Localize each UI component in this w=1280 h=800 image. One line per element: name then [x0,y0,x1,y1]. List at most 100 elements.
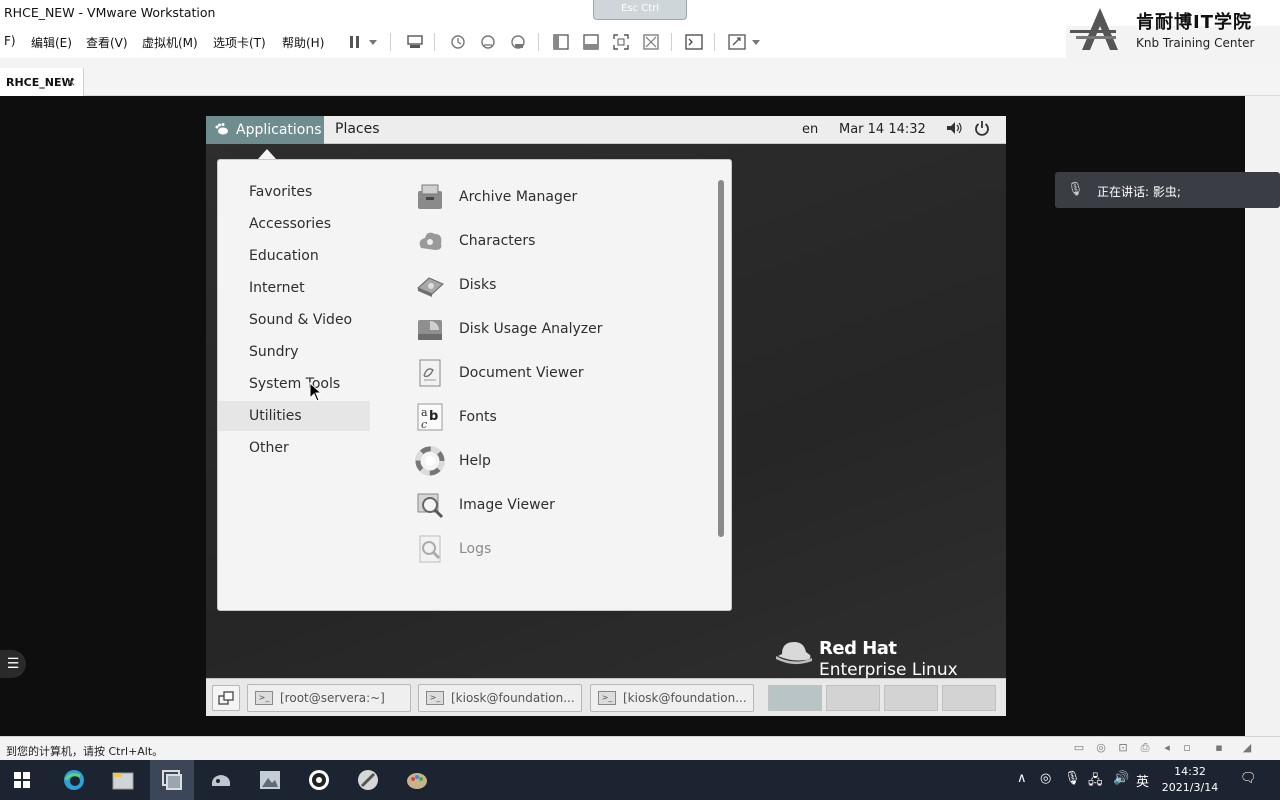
fullscreen-icon[interactable] [609,32,633,52]
app-label: Archive Manager [459,189,578,205]
app-archive-manager[interactable]: Archive Manager [413,177,713,217]
edge-browser-icon[interactable] [52,760,96,800]
places-menu-button[interactable]: Places [335,121,380,137]
obs-recorder-icon[interactable] [297,760,341,800]
menu-tabs[interactable]: 选项卡(T) [213,34,266,51]
menubar: F) 编辑(E) 查看(V) 虚拟机(M) 选项卡(T) 帮助(H) [0,26,1066,58]
app-characters[interactable]: Characters [413,221,713,261]
workspace-3[interactable] [884,685,938,711]
category-sound-video[interactable]: Sound & Video [218,305,370,335]
snapshot-icon[interactable] [446,32,470,52]
close-icon[interactable]: × [66,75,76,89]
characters-icon [413,224,447,258]
input-method-indicator[interactable]: 英 [1136,771,1149,790]
unity-icon[interactable] [639,32,663,52]
power-icon[interactable] [974,119,990,141]
category-system-tools[interactable]: System Tools [218,369,370,399]
sidebar-icon[interactable] [549,32,573,52]
menu-edit[interactable]: 编辑(E) [31,34,72,51]
menu-help[interactable]: 帮助(H) [282,34,324,51]
speaking-text: 正在讲话: 影虫; [1097,185,1181,199]
cd-rom-icon[interactable]: ◎ [1094,742,1108,754]
menu-file[interactable]: F) [4,34,16,48]
window-button-root-servera[interactable]: >_ [root@servera:~] [247,684,411,712]
show-hidden-icons-icon[interactable]: ∧ [1017,771,1027,786]
toolbar-separator [390,33,391,51]
image-viewer-icon [413,488,447,522]
guest-desktop[interactable]: Applications Places en Mar 14 14:32 Favo… [206,116,1006,716]
menu-scrollbar[interactable] [718,180,724,537]
vmware-statusbar: 到您的计算机，请按 Ctrl+Alt。 [0,736,1280,760]
workspace-1[interactable] [768,685,822,711]
category-sundry[interactable]: Sundry [218,337,370,367]
help-icon [413,444,447,478]
windows-start-icon[interactable] [0,760,44,800]
console-icon[interactable] [682,32,706,52]
disk-usage-icon [413,312,447,346]
shortcut-chip[interactable]: Esc Ctrl [593,0,687,20]
taskbar-clock[interactable]: 14:32 2021/3/14 [1150,764,1230,796]
app-document-viewer[interactable]: Document Viewer [413,353,713,393]
gnome-window-list: >_ [root@servera:~] >_ [kiosk@foundation… [206,678,1006,716]
send-keys-icon[interactable] [403,32,427,52]
logo-chinese-text: 肯耐博IT学院 [1136,12,1252,33]
drawing-tool-icon[interactable] [346,760,390,800]
pause-icon[interactable] [343,32,367,52]
app-disk-usage-analyzer[interactable]: Disk Usage Analyzer [413,309,713,349]
app-label: Characters [459,233,536,249]
shell-app-icon[interactable] [199,760,243,800]
window-button-kiosk-foundation-2[interactable]: >_ [kiosk@foundation... [590,684,754,712]
category-internet[interactable]: Internet [218,273,370,303]
printer-icon[interactable]: ⎙ [1138,742,1152,754]
microphone-icon[interactable]: 🎙 [1064,771,1081,786]
language-indicator[interactable]: en [802,122,818,137]
app-fonts[interactable]: abc Fonts [413,397,713,437]
app-logs[interactable]: Logs [413,529,713,569]
hard-disk-icon[interactable]: ▭ [1072,742,1086,754]
menu-view[interactable]: 查看(V) [86,34,128,51]
notification-center-icon[interactable]: 🗨 [1240,771,1257,786]
network-icon[interactable]: 🖧 [1088,771,1103,793]
file-explorer-icon[interactable] [101,760,145,800]
workspace-2[interactable] [826,685,880,711]
thumbnail-icon[interactable] [579,32,603,52]
show-desktop-button[interactable] [212,685,240,711]
category-utilities[interactable]: Utilities [218,401,370,431]
paint-icon[interactable] [395,760,439,800]
applications-menu-button[interactable]: Applications [206,116,324,144]
app-image-viewer[interactable]: Image Viewer [413,485,713,525]
vmware-workstation-icon[interactable] [150,760,194,800]
clock[interactable]: Mar 14 14:32 [839,122,926,137]
revert-snapshot-icon[interactable] [476,32,500,52]
app-label: Disk Usage Analyzer [459,321,603,337]
vm-tab[interactable]: RHCE_NEW × [0,68,84,96]
photos-icon[interactable] [248,760,292,800]
snapshot-manager-icon[interactable] [506,32,530,52]
message-icon[interactable]: ▪ [1212,742,1226,754]
window-button-label: [root@servera:~] [280,691,385,705]
display-icon[interactable]: ▫ [1180,742,1194,754]
app-help[interactable]: Help [413,441,713,481]
dropdown-icon[interactable] [749,32,763,52]
sound-icon[interactable]: ◂ [1160,742,1174,754]
stretch-icon[interactable] [725,32,749,52]
disks-icon [413,268,447,302]
category-other[interactable]: Other [218,433,370,463]
terminal-icon: >_ [426,691,444,705]
volume-icon[interactable]: 🔊 [1113,771,1129,786]
network-icon[interactable]: ⊡ [1116,742,1130,754]
app-disks[interactable]: Disks [413,265,713,305]
resize-grip-icon[interactable]: ◢ [1240,742,1254,754]
volume-icon[interactable] [946,121,962,139]
workspace-4[interactable] [942,685,996,711]
terminal-icon: >_ [255,691,273,705]
microphone-icon: 🎙 [1067,182,1084,197]
category-favorites[interactable]: Favorites [218,177,370,207]
category-education[interactable]: Education [218,241,370,271]
tray-app-icon[interactable]: ◎ [1040,771,1051,786]
clock-date: 2021/3/14 [1161,781,1219,794]
dropdown-icon[interactable] [366,32,380,52]
category-accessories[interactable]: Accessories [218,209,370,239]
menu-vm[interactable]: 虚拟机(M) [142,34,198,51]
window-button-kiosk-foundation-1[interactable]: >_ [kiosk@foundation... [418,684,582,712]
